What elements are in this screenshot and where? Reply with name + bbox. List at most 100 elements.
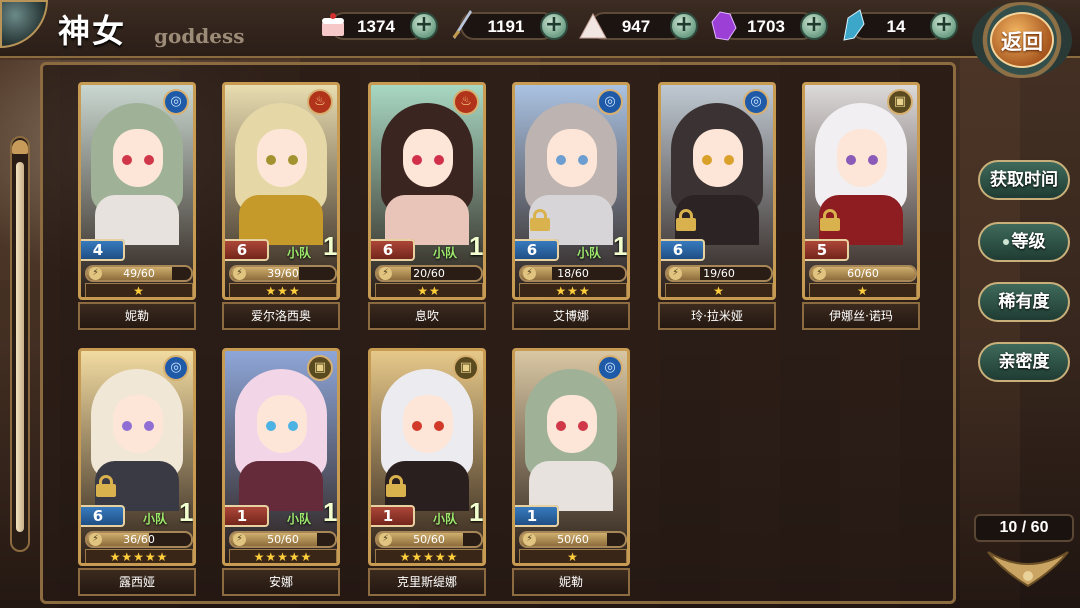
exp-bar: ⚡ 36/60 [85,531,193,548]
earth-element-icon: ▣ [307,355,333,381]
goddess-name: 露西娅 [78,568,196,596]
exp-bar: ⚡ 50/60 [375,531,483,548]
character-portrait [525,103,617,245]
water-element-icon: ◎ [597,89,623,115]
exp-bar: ⚡ 60/60 [809,265,917,282]
character-portrait [91,369,183,511]
goddess-card[interactable]: ◎ 6 小队 1 ⚡ 18/60 ★★★ 艾博娜 [512,82,630,332]
lock-icon [385,475,407,497]
card-portrait: ◎ 4 ⚡ 49/60 ★ [78,82,196,300]
character-eye [144,155,154,165]
fire-element-icon: ♨ [453,89,479,115]
level-badge: 4 [81,239,125,261]
goddess-name: 艾博娜 [512,302,630,330]
squad-badge: 小队 1 [577,231,627,263]
earth-element-icon: ▣ [453,355,479,381]
squad-number: 1 [323,231,338,261]
squad-number: 1 [469,231,484,261]
selected-dot-icon [1002,239,1009,245]
lock-icon [529,209,551,231]
squad-badge: 小队 1 [287,497,337,529]
level-badge: 6 [515,239,559,261]
goddess-card[interactable]: ♨ 6 小队 1 ⚡ 20/60 ★★ 息吹 [368,82,486,332]
exp-bar: ⚡ 50/60 [229,531,337,548]
character-face [113,129,163,187]
back-button[interactable]: 返回 [968,0,1076,80]
squad-label: 小队 [433,246,458,260]
exp-bar: ⚡ 18/60 [519,265,627,282]
squad-number: 1 [613,231,628,261]
character-portrait [235,103,327,245]
star-rating: ★★ [375,283,483,297]
scrollbar[interactable] [10,136,30,552]
exp-value: 19/60 [703,267,735,280]
cake-icon [322,13,344,36]
sword-icon [452,10,472,39]
goddess-card[interactable]: ▣ 1 小队 1 ⚡ 50/60 ★★★★★ 安娜 [222,348,340,598]
lock-icon [819,209,841,231]
sort-by-level-button[interactable]: 等级 [978,222,1070,262]
card-portrait: ♨ 6 小队 1 ⚡ 20/60 ★★ [368,82,486,300]
squad-badge: 小队 1 [143,497,193,529]
goddess-card[interactable]: ♨ 6 小队 1 ⚡ 39/60 ★★★ 爱尔洛西奥 [222,82,340,332]
sort-by-intimacy-button[interactable]: 亲密度 [978,342,1070,382]
scrollbar-thumb[interactable] [16,162,24,532]
character-eye [434,155,444,165]
squad-label: 小队 [287,512,312,526]
add-resource-button[interactable]: + [800,12,828,40]
star-rating: ★ [519,549,627,563]
exp-value: 60/60 [847,267,879,280]
character-eye [412,155,422,165]
purple-crystal-icon [711,11,737,41]
add-resource-button[interactable]: + [930,12,958,40]
menu-emblem-icon[interactable] [0,0,48,48]
squad-badge: 小队 1 [433,231,483,263]
resource-counter: 947 + [576,8,698,44]
star-rating: ★★★★★ [229,549,337,563]
level-badge: 1 [515,505,559,527]
page-title: 神女 [58,12,127,50]
feather-crystal-icon [843,9,865,41]
ornament-icon [987,551,1069,588]
lock-icon [95,475,117,497]
character-face [403,129,453,187]
card-portrait: ▣ 5 ⚡ 60/60 ★ [802,82,920,300]
earth-element-icon: ▣ [887,89,913,115]
character-face [547,129,597,187]
goddess-card[interactable]: ◎ 6 ⚡ 19/60 ★ 玲·拉米娅 [658,82,776,332]
resource-value: 14 [886,17,906,36]
goddess-card[interactable]: ▣ 1 小队 1 ⚡ 50/60 ★★★★★ 克里斯缇娜 [368,348,486,598]
character-portrait [815,103,907,245]
star-rating: ★★★ [229,283,337,297]
card-portrait: ◎ 6 小队 1 ⚡ 18/60 ★★★ [512,82,630,300]
star-rating: ★★★★★ [85,549,193,563]
goddess-name: 克里斯缇娜 [368,568,486,596]
character-face [403,395,453,453]
goddess-card[interactable]: ▣ 5 ⚡ 60/60 ★ 伊娜丝·诺玛 [802,82,920,332]
sort-by-time-button[interactable]: 获取时间 [978,160,1070,200]
add-resource-button[interactable]: + [540,12,568,40]
goddess-card[interactable]: ◎ 1 ⚡ 50/60 ★ 妮勒 [512,348,630,598]
card-portrait: ◎ 6 小队 1 ⚡ 36/60 ★★★★★ [78,348,196,566]
sort-by-rarity-button[interactable]: 稀有度 [978,282,1070,322]
goddess-card[interactable]: ◎ 4 ⚡ 49/60 ★ 妮勒 [78,82,196,332]
add-resource-button[interactable]: + [670,12,698,40]
exp-bar: ⚡ 39/60 [229,265,337,282]
resource-value: 1703 [747,17,785,36]
goddess-name: 伊娜丝·诺玛 [802,302,920,330]
squad-badge: 小队 1 [433,497,483,529]
character-face [547,395,597,453]
exp-bar: ⚡ 49/60 [85,265,193,282]
exp-value: 50/60 [557,533,589,546]
add-resource-button[interactable]: + [410,12,438,40]
squad-label: 小队 [433,512,458,526]
character-portrait [235,369,327,511]
water-element-icon: ◎ [163,355,189,381]
goddess-card[interactable]: ◎ 6 小队 1 ⚡ 36/60 ★★★★★ 露西娅 [78,348,196,598]
character-eye [266,421,276,431]
character-eye [556,421,566,431]
character-face [257,129,307,187]
water-element-icon: ◎ [743,89,769,115]
character-eye [288,155,298,165]
star-rating: ★ [665,283,773,297]
